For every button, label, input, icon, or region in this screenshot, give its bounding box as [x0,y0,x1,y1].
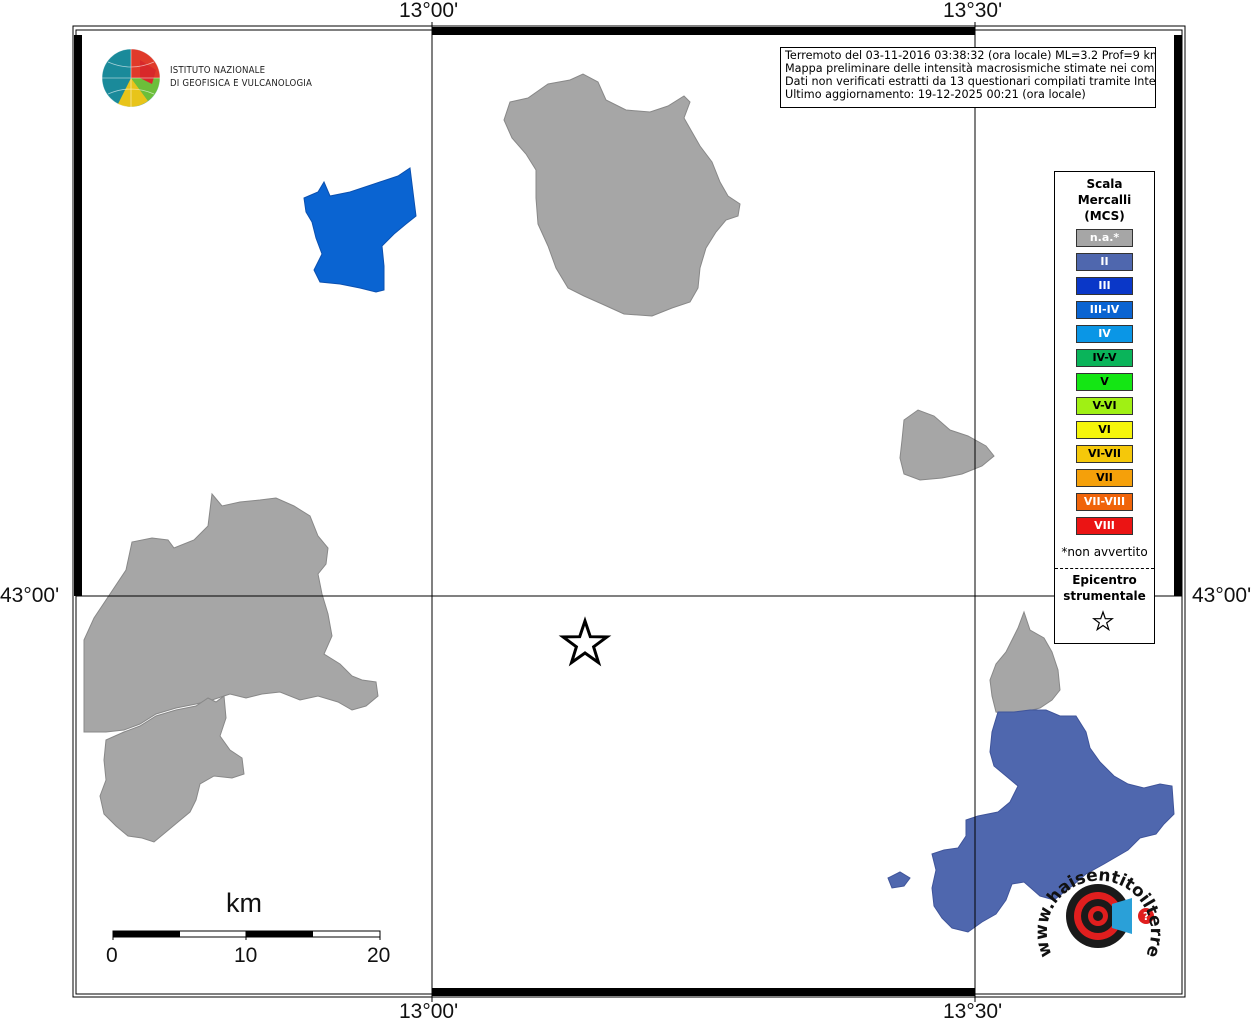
legend-star-icon [1092,610,1114,632]
legend-swatch-3: III-IV [1076,301,1133,319]
legend-epicenter-line1: Epicentro [1072,573,1137,587]
hsit-logo[interactable]: ? www.haisentitoilterremoto.it [1030,850,1170,975]
frame-bar-top [432,27,975,35]
mcs-legend: Scala Mercalli (MCS) n.a.* II III III-IV IV I… [1054,171,1155,644]
legend-epicenter: Epicentro strumentale [1055,572,1154,604]
legend-title-line1: Scala [1086,177,1123,191]
scalebar-label-0: 0 [106,944,118,967]
ingv-globe-icon [101,48,161,108]
legend-swatch-8: VI [1076,421,1133,439]
legend-swatch-2: III [1076,277,1133,295]
grid-label-bottom-1: 13°00' [399,1000,459,1023]
legend-swatch-12: VIII [1076,517,1133,535]
legend-title-line3: (MCS) [1084,209,1125,223]
grid-label-right: 43°00' [1192,584,1252,607]
frame-bar-bottom [432,988,975,996]
event-info-line2: Mappa preliminare delle intensità macros… [785,62,1156,75]
event-info-box: Terremoto del 03-11-2016 03:38:32 (ora l… [780,47,1156,108]
legend-separator [1055,568,1154,569]
legend-swatch-6: V [1076,373,1133,391]
legend-title-line2: Mercalli [1077,193,1132,207]
legend-title: Scala Mercalli (MCS) [1055,176,1154,224]
ingv-logo-text: ISTITUTO NAZIONALE DI GEOFISICA E VULCAN… [170,64,312,90]
legend-swatch-10: VII [1076,469,1133,487]
scalebar-unit: km [226,888,262,918]
legend-swatch-4: IV [1076,325,1133,343]
frame-bar-right [1174,35,1182,596]
legend-swatch-9: VI-VII [1076,445,1133,463]
legend-swatch-7: V-VI [1076,397,1133,415]
frame-bar-left [74,35,82,596]
ingv-logo-line1: ISTITUTO NAZIONALE [170,65,266,76]
legend-swatch-0: n.a.* [1076,229,1133,247]
event-info-line1: Terremoto del 03-11-2016 03:38:32 (ora l… [785,49,1156,62]
legend-epicenter-line2: strumentale [1063,589,1146,603]
ingv-logo-line2: DI GEOFISICA E VULCANOLOGIA [170,78,313,89]
scalebar-label-20: 20 [367,944,391,967]
legend-note: *non avvertito [1061,545,1148,559]
event-info-line3: Dati non verificati estratti da 13 quest… [785,75,1156,88]
event-info-line4: Ultimo aggiornamento: 19-12-2025 00:21 (… [785,88,1086,101]
grid-label-top-1: 13°00' [399,0,459,22]
grid-label-top-2: 13°30' [943,0,1003,22]
grid-label-bottom-2: 13°30' [943,1000,1003,1023]
legend-swatch-5: IV-V [1076,349,1133,367]
grid-label-left: 43°00' [0,584,60,607]
legend-swatch-1: II [1076,253,1133,271]
legend-swatch-11: VII-VIII [1076,493,1133,511]
scalebar-label-10: 10 [234,944,258,967]
